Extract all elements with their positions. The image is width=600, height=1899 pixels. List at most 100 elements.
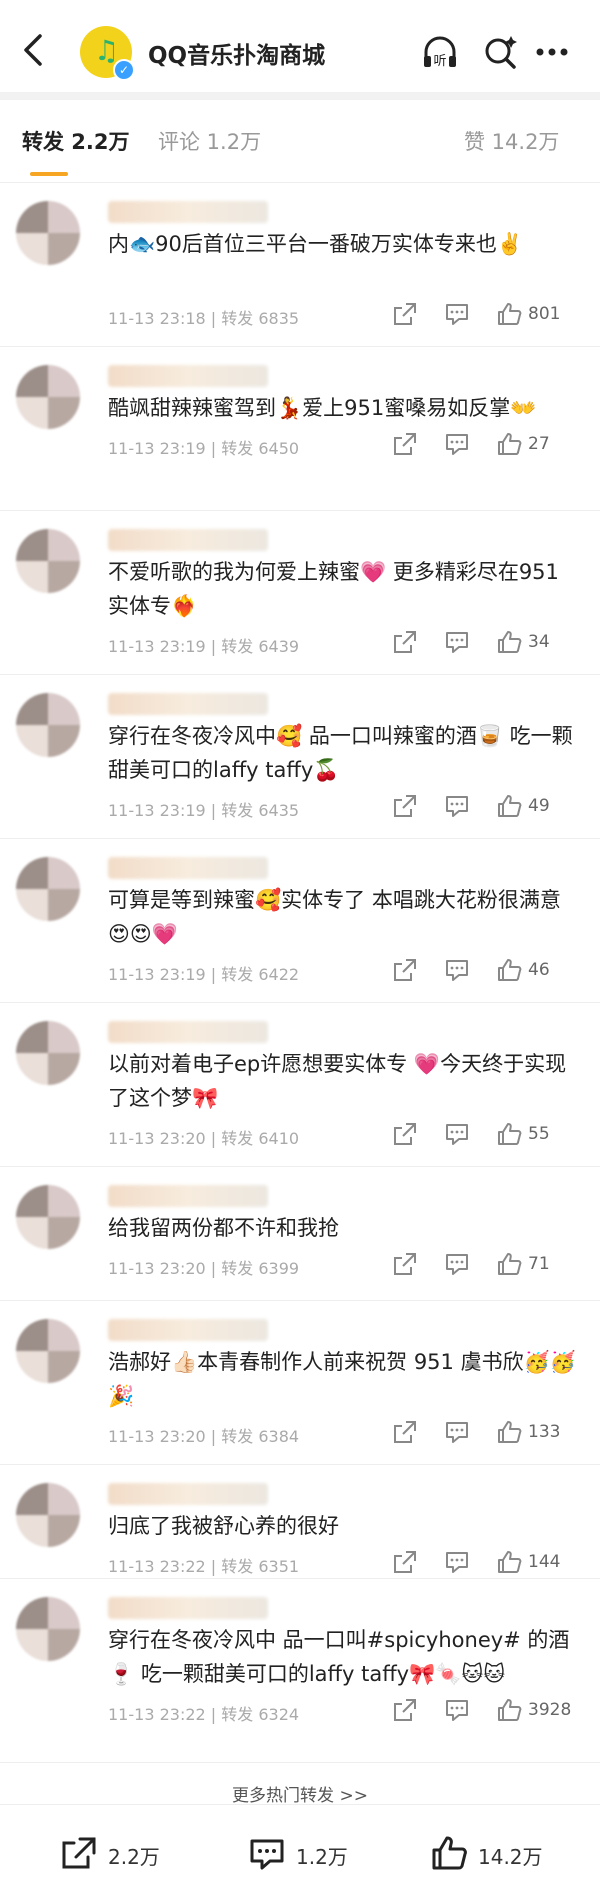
thumbs-up-icon[interactable] — [496, 1549, 522, 1575]
user-avatar[interactable] — [16, 1319, 80, 1383]
repost-text: 内🐟90后首位三平台一番破万实体专来也✌️ — [108, 232, 524, 256]
comment-icon[interactable] — [444, 431, 470, 457]
comment-icon[interactable] — [444, 957, 470, 983]
comment-icon[interactable] — [444, 1419, 470, 1445]
like-count: 34 — [528, 632, 550, 652]
user-avatar[interactable] — [16, 1597, 80, 1661]
repost-item[interactable]: 不爱听歌的我为何爱上辣蜜💗 更多精彩尽在951实体专❤️‍🔥 11-13 23:1… — [0, 511, 600, 675]
username-blurred[interactable] — [108, 1185, 268, 1207]
username-blurred[interactable] — [108, 1483, 268, 1505]
tab-repost[interactable]: 转发 2.2万 — [22, 126, 130, 156]
section-divider — [0, 92, 600, 100]
repost-item[interactable]: 内🐟90后首位三平台一番破万实体专来也✌️ 11-13 23:18 | 转发 68… — [0, 183, 600, 347]
comment-icon[interactable] — [444, 1697, 470, 1723]
repost-item[interactable]: 穿行在冬夜冷风中 品一口叫#spicyhoney# 的酒🍷 吃一颗甜美可口的la… — [0, 1579, 600, 1763]
account-avatar[interactable]: ♫ ✓ — [80, 26, 135, 81]
user-avatar[interactable] — [16, 1483, 80, 1547]
tab-comment[interactable]: 评论 1.2万 — [158, 126, 261, 156]
like-count: 144 — [528, 1552, 561, 1572]
thumbs-up-icon[interactable] — [496, 1697, 522, 1723]
tab-like[interactable]: 赞 14.2万 — [464, 126, 559, 156]
footer-repost-count: 2.2万 — [108, 1845, 160, 1869]
repost-text: 穿行在冬夜冷风中 品一口叫#spicyhoney# 的酒🍷 吃一颗甜美可口的la… — [108, 1628, 570, 1686]
repost-meta: 11-13 23:22 | 转发 6324 — [108, 1705, 300, 1724]
repost-list: 内🐟90后首位三平台一番破万实体专来也✌️ 11-13 23:18 | 转发 68… — [0, 183, 600, 1763]
app-header: ♫ ✓ QQ音乐扑淘商城 听 — [0, 0, 600, 92]
repost-actions: 3928 — [392, 1697, 582, 1725]
comment-icon[interactable] — [444, 1251, 470, 1277]
thumbs-up-icon[interactable] — [496, 1419, 522, 1445]
more-options-icon[interactable] — [532, 32, 572, 72]
footer-comment-count: 1.2万 — [296, 1845, 348, 1869]
username-blurred[interactable] — [108, 1021, 268, 1043]
repost-actions: 801 — [392, 301, 582, 329]
thumbs-up-icon[interactable] — [496, 431, 522, 457]
comment-icon[interactable] — [444, 1121, 470, 1147]
repost-text: 归底了我被舒心养的很好 — [108, 1514, 339, 1538]
user-avatar[interactable] — [16, 529, 80, 593]
thumbs-up-icon[interactable] — [496, 1251, 522, 1277]
tab-bar: 转发 2.2万 评论 1.2万 赞 14.2万 — [0, 100, 600, 183]
share-icon[interactable] — [392, 1697, 418, 1723]
share-icon[interactable] — [392, 431, 418, 457]
repost-meta: 11-13 23:19 | 转发 6435 — [108, 801, 300, 820]
thumbs-up-icon[interactable] — [496, 957, 522, 983]
search-icon[interactable] — [480, 32, 520, 72]
user-avatar[interactable] — [16, 1021, 80, 1085]
share-icon[interactable] — [392, 629, 418, 655]
comment-icon[interactable] — [444, 629, 470, 655]
like-count: 133 — [528, 1422, 561, 1442]
page-title: QQ音乐扑淘商城 — [148, 43, 326, 69]
share-icon[interactable] — [392, 301, 418, 327]
more-reposts-label[interactable]: 更多热门转发 >> — [0, 1781, 600, 1806]
repost-meta: 11-13 23:19 | 转发 6422 — [108, 965, 300, 984]
share-icon[interactable] — [392, 1251, 418, 1277]
user-avatar[interactable] — [16, 365, 80, 429]
username-blurred[interactable] — [108, 201, 268, 223]
thumbs-up-icon[interactable] — [496, 793, 522, 819]
repost-meta: 11-13 23:19 | 转发 6439 — [108, 637, 300, 656]
verified-badge-icon: ✓ — [113, 59, 135, 81]
user-avatar[interactable] — [16, 201, 80, 265]
back-arrow-icon[interactable] — [14, 30, 54, 70]
like-count: 3928 — [528, 1700, 572, 1720]
repost-item[interactable]: 以前对着电子ep许愿想要实体专 💗今天终于实现了这个梦🎀 11-13 23:20 … — [0, 1003, 600, 1167]
username-blurred[interactable] — [108, 857, 268, 879]
comment-icon[interactable] — [444, 1549, 470, 1575]
username-blurred[interactable] — [108, 529, 268, 551]
repost-item[interactable]: 浩郝好👍🏻本青春制作人前来祝贺 951 虞书欣🥳🥳🎉 11-13 23:20 | … — [0, 1301, 600, 1465]
footer-like-count: 14.2万 — [478, 1845, 543, 1869]
repost-item[interactable]: 给我留两份都不许和我抢 11-13 23:20 | 转发 6399 71 — [0, 1167, 600, 1301]
username-blurred[interactable] — [108, 693, 268, 715]
repost-item[interactable]: 穿行在冬夜冷风中🥰 品一口叫辣蜜的酒🥃 吃一颗甜美可口的laffy taffy🍒… — [0, 675, 600, 839]
comment-icon[interactable] — [444, 793, 470, 819]
listen-headphone-icon[interactable]: 听 — [420, 32, 460, 72]
like-count: 71 — [528, 1254, 550, 1274]
username-blurred[interactable] — [108, 1597, 268, 1619]
repost-item[interactable]: 可算是等到辣蜜🥰实体专了 本唱跳大花粉很满意😍😍💗 11-13 23:19 | 转… — [0, 839, 600, 1003]
share-icon[interactable] — [392, 793, 418, 819]
user-avatar[interactable] — [16, 857, 80, 921]
share-icon[interactable] — [392, 1549, 418, 1575]
share-icon[interactable] — [392, 1419, 418, 1445]
share-icon — [62, 1837, 96, 1869]
repost-item[interactable]: 酷飒甜辣辣蜜驾到💃爱上951蜜嗓易如反掌👐 11-13 23:19 | 转发 64… — [0, 347, 600, 511]
like-count: 46 — [528, 960, 550, 980]
repost-meta: 11-13 23:20 | 转发 6410 — [108, 1129, 300, 1148]
username-blurred[interactable] — [108, 1319, 268, 1341]
user-avatar[interactable] — [16, 1185, 80, 1249]
share-icon[interactable] — [392, 1121, 418, 1147]
comment-icon[interactable] — [444, 301, 470, 327]
repost-actions: 46 — [392, 957, 582, 985]
repost-item[interactable]: 归底了我被舒心养的很好 11-13 23:22 | 转发 6351 144 — [0, 1465, 600, 1579]
username-blurred[interactable] — [108, 365, 268, 387]
user-avatar[interactable] — [16, 693, 80, 757]
repost-text: 穿行在冬夜冷风中🥰 品一口叫辣蜜的酒🥃 吃一颗甜美可口的laffy taffy🍒 — [108, 724, 573, 782]
share-icon[interactable] — [392, 957, 418, 983]
thumbs-up-icon[interactable] — [496, 1121, 522, 1147]
thumbs-up-icon[interactable] — [496, 301, 522, 327]
comment-icon — [250, 1839, 284, 1870]
repost-meta: 11-13 23:19 | 转发 6450 — [108, 439, 300, 458]
thumbs-up-icon[interactable] — [496, 629, 522, 655]
repost-text: 以前对着电子ep许愿想要实体专 💗今天终于实现了这个梦🎀 — [108, 1052, 567, 1110]
